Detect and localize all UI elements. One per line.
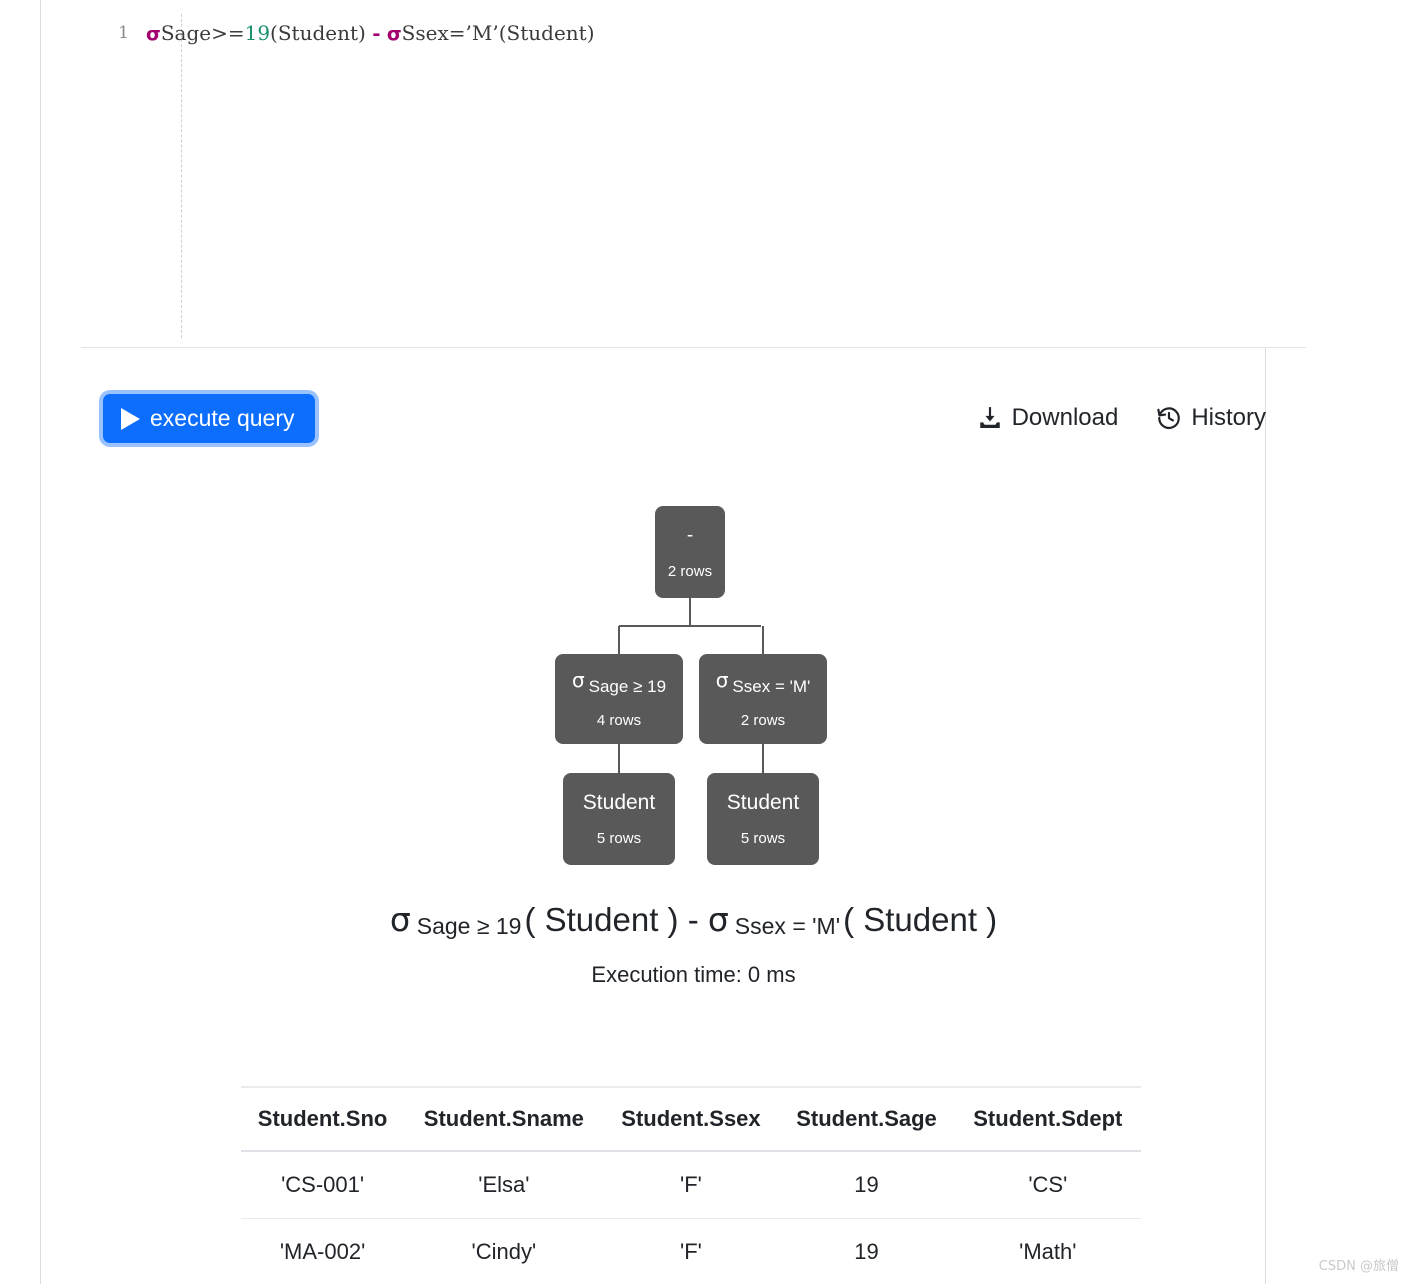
tree-node-condition: Ssex = 'M' [732,677,810,696]
tree-node-rows: 5 rows [597,830,641,847]
code-token-relation-1: (Student) [270,21,366,45]
formula-condition-1: Sage ≥ 19 [417,913,522,939]
history-button[interactable]: History [1156,404,1266,432]
cell-sno: 'CS-001' [241,1151,404,1219]
download-button[interactable]: Download [977,404,1119,432]
page-container: 1 σSage>=19(Student) - σSsex=’M’(Student… [40,0,1266,1284]
code-token-minus: - [372,21,380,45]
tree-node-rows: 5 rows [741,830,785,847]
formula-sigma-1: σ [390,900,411,939]
execute-query-button[interactable]: execute query [103,394,315,443]
formula-minus: - [688,901,699,938]
tree-node-relation-student-right[interactable]: Student 5 rows [707,773,819,865]
table-row: 'CS-001' 'Elsa' 'F' 19 'CS' [241,1151,1141,1219]
download-label: Download [1012,404,1119,432]
sigma-icon: σ [572,668,585,692]
cell-sno: 'MA-002' [241,1219,404,1285]
tree-node-condition: Sage ≥ 19 [589,677,666,696]
code-token-sigma-1: σ [146,23,161,45]
editor-code-text[interactable]: σSage>=19(Student) - σSsex=’M’(Student) [139,21,595,45]
formula-relation-2: ( Student ) [843,901,997,938]
cell-ssex: 'F' [604,1151,779,1219]
code-token-number: 19 [245,21,270,45]
editor-line-1[interactable]: 1 σSage>=19(Student) - σSsex=’M’(Student… [81,18,1306,48]
play-icon [121,408,140,430]
table-row: 'MA-002' 'Cindy' 'F' 19 'Math' [241,1219,1141,1285]
code-token-relation-2: (Student) [499,21,595,45]
tree-node-title: σSage ≥ 19 [572,669,666,697]
line-number: 1 [81,23,139,43]
results-table-head: Student.Sno Student.Sname Student.Ssex S… [241,1087,1141,1151]
code-token-string: ’M’ [466,21,499,45]
cell-sdept: 'Math' [955,1219,1141,1285]
column-header-sage[interactable]: Student.Sage [778,1087,954,1151]
execute-query-wrapper: execute query [103,394,315,443]
tree-node-rows: 2 rows [741,712,785,729]
results-table-body: 'CS-001' 'Elsa' 'F' 19 'CS' 'MA-002' 'Ci… [241,1151,1141,1285]
tree-node-selection-sage[interactable]: σSage ≥ 19 4 rows [555,654,683,744]
tree-node-relation-student-left[interactable]: Student 5 rows [563,773,675,865]
cell-sname: 'Cindy' [404,1219,603,1285]
history-icon [1156,405,1182,431]
query-plan-tree: - 2 rows σSage ≥ 19 4 rows σSsex = 'M' 2… [81,498,1306,870]
code-token-sigma-2: σ [387,23,402,45]
query-editor[interactable]: 1 σSage>=19(Student) - σSsex=’M’(Student… [81,0,1306,348]
watermark: CSDN @旅僧 [1319,1255,1399,1274]
editor-gutter-rule [181,14,182,338]
history-label: History [1191,404,1266,432]
column-header-ssex[interactable]: Student.Ssex [604,1087,779,1151]
column-header-sname[interactable]: Student.Sname [404,1087,603,1151]
column-header-sdept[interactable]: Student.Sdept [955,1087,1141,1151]
formula-sigma-2: σ [708,900,729,939]
download-icon [977,405,1003,431]
tree-node-title: Student [727,791,799,814]
action-bar: execute query Download [81,348,1306,498]
results-header-row: Student.Sno Student.Sname Student.Ssex S… [241,1087,1141,1151]
cell-sage: 19 [778,1151,954,1219]
execution-time: Execution time: 0 ms [81,962,1306,988]
formula-relation-1: ( Student ) [524,901,678,938]
cell-sdept: 'CS' [955,1151,1141,1219]
tree-node-rows: 4 rows [597,712,641,729]
query-formula: σSage ≥ 19( Student ) - σSsex = 'M'( Stu… [81,900,1306,940]
column-header-sno[interactable]: Student.Sno [241,1087,404,1151]
tree-node-title: - [687,526,693,547]
tree-node-title: σSsex = 'M' [716,669,811,697]
tree-node-selection-ssex[interactable]: σSsex = 'M' 2 rows [699,654,827,744]
tree-node-title: Student [583,791,655,814]
cell-sage: 19 [778,1219,954,1285]
tree-node-rows: 2 rows [668,563,712,580]
execute-query-label: execute query [150,407,294,430]
code-token-attr-1: Sage>= [161,21,245,45]
cell-sname: 'Elsa' [404,1151,603,1219]
results-table: Student.Sno Student.Sname Student.Ssex S… [241,1086,1141,1285]
code-token-attr-2: Ssex= [402,21,466,45]
sigma-icon: σ [716,668,729,692]
tree-node-difference[interactable]: - 2 rows [655,506,725,598]
cell-ssex: 'F' [604,1219,779,1285]
result-actions: Download History [977,404,1266,432]
formula-condition-2: Ssex = 'M' [735,913,840,939]
